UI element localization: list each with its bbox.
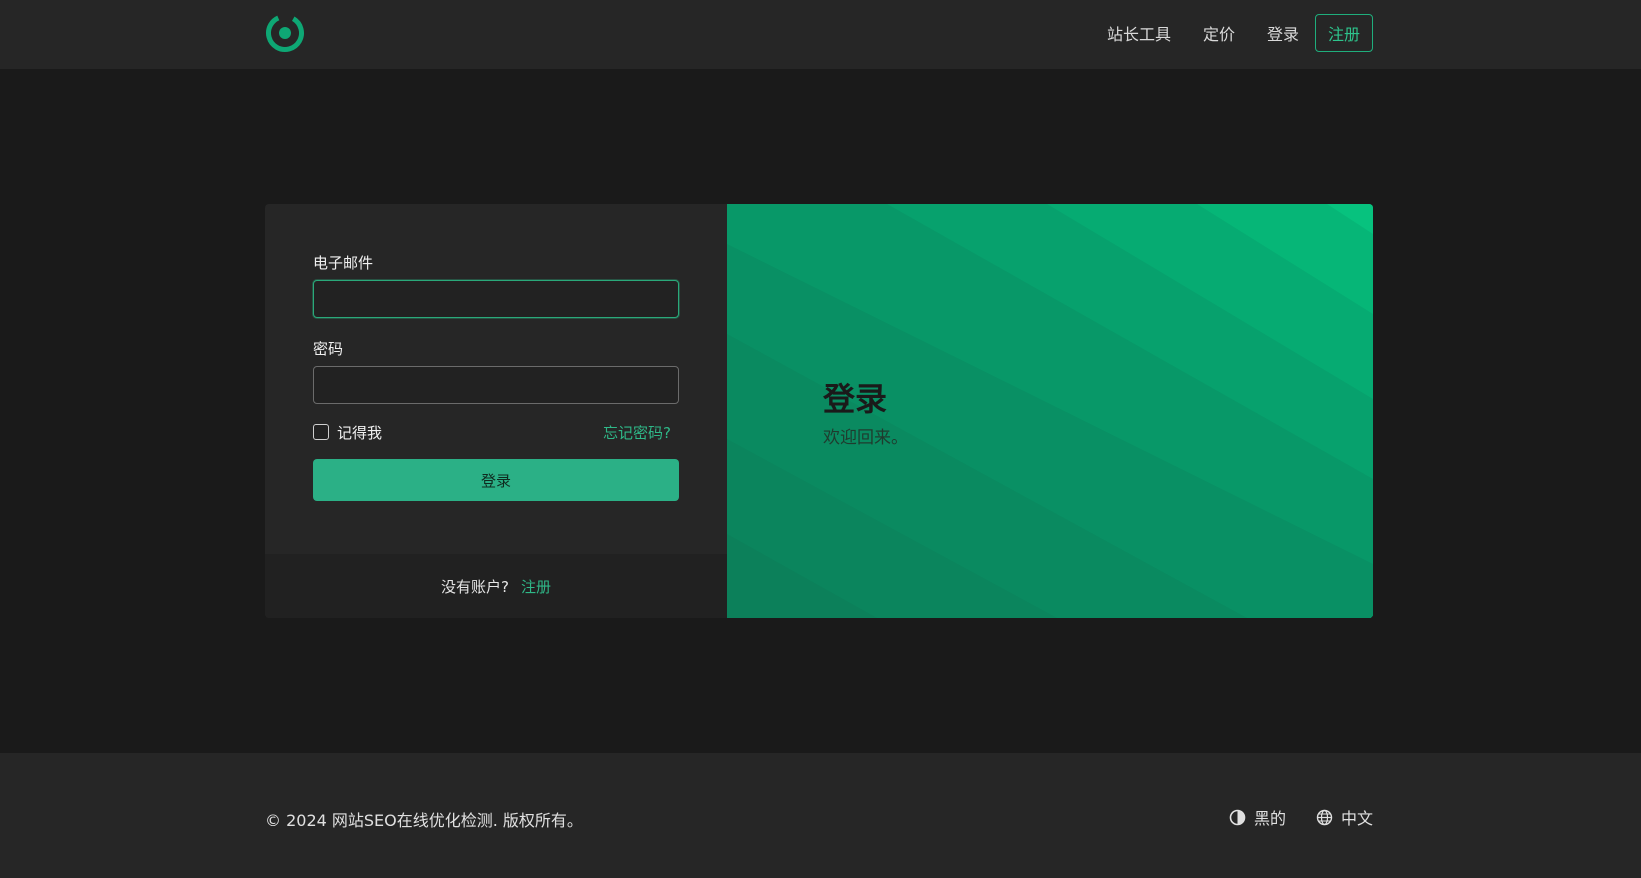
nav-login[interactable]: 登录 bbox=[1267, 21, 1299, 45]
contrast-icon bbox=[1229, 809, 1246, 825]
hero-panel: 登录 欢迎回来。 bbox=[727, 204, 1373, 618]
language-label: 中文 bbox=[1340, 809, 1373, 828]
hero-subtitle: 欢迎回来。 bbox=[823, 428, 908, 448]
remember-row: 记得我 忘记密码? bbox=[313, 422, 679, 442]
globe-icon bbox=[1316, 809, 1333, 825]
login-button[interactable]: 登录 bbox=[313, 459, 679, 501]
login-form: 电子邮件 密码 记得我 忘记密码? 登录 bbox=[313, 252, 679, 501]
logo-icon[interactable] bbox=[265, 13, 305, 53]
theme-toggle[interactable]: 黑的 bbox=[1229, 805, 1286, 829]
remember-me[interactable]: 记得我 bbox=[313, 422, 382, 443]
main-nav: 站长工具 定价 登录 注册 bbox=[1107, 14, 1373, 52]
password-field[interactable] bbox=[313, 366, 679, 404]
page-footer: © 2024 网站SEO在线优化检测. 版权所有。 黑的 中文 bbox=[0, 753, 1641, 878]
login-form-panel: 电子邮件 密码 记得我 忘记密码? 登录 没有账户? 注册 bbox=[265, 204, 727, 618]
email-field[interactable] bbox=[313, 280, 679, 318]
hero-title: 登录 bbox=[823, 380, 888, 418]
login-card: 电子邮件 密码 记得我 忘记密码? 登录 没有账户? 注册 登录 欢迎回来。 bbox=[265, 204, 1373, 618]
footer-controls: 黑的 中文 bbox=[1229, 805, 1373, 829]
password-label: 密码 bbox=[313, 340, 344, 358]
card-footer: 没有账户? 注册 bbox=[265, 554, 727, 618]
language-selector[interactable]: 中文 bbox=[1316, 805, 1373, 829]
theme-label: 黑的 bbox=[1253, 809, 1286, 828]
top-header: 站长工具 定价 登录 注册 bbox=[0, 0, 1641, 69]
email-label: 电子邮件 bbox=[313, 254, 374, 272]
forgot-password-link[interactable]: 忘记密码? bbox=[603, 422, 671, 443]
remember-label: 记得我 bbox=[337, 423, 383, 442]
signup-button[interactable]: 注册 bbox=[1314, 14, 1373, 52]
remember-checkbox[interactable] bbox=[313, 424, 329, 440]
copyright-text: © 2024 网站SEO在线优化检测. 版权所有。 bbox=[265, 811, 583, 830]
no-account-text: 没有账户? bbox=[441, 577, 509, 596]
register-link[interactable]: 注册 bbox=[521, 576, 551, 597]
nav-webmaster-tools[interactable]: 站长工具 bbox=[1107, 21, 1171, 45]
nav-pricing[interactable]: 定价 bbox=[1203, 21, 1235, 45]
